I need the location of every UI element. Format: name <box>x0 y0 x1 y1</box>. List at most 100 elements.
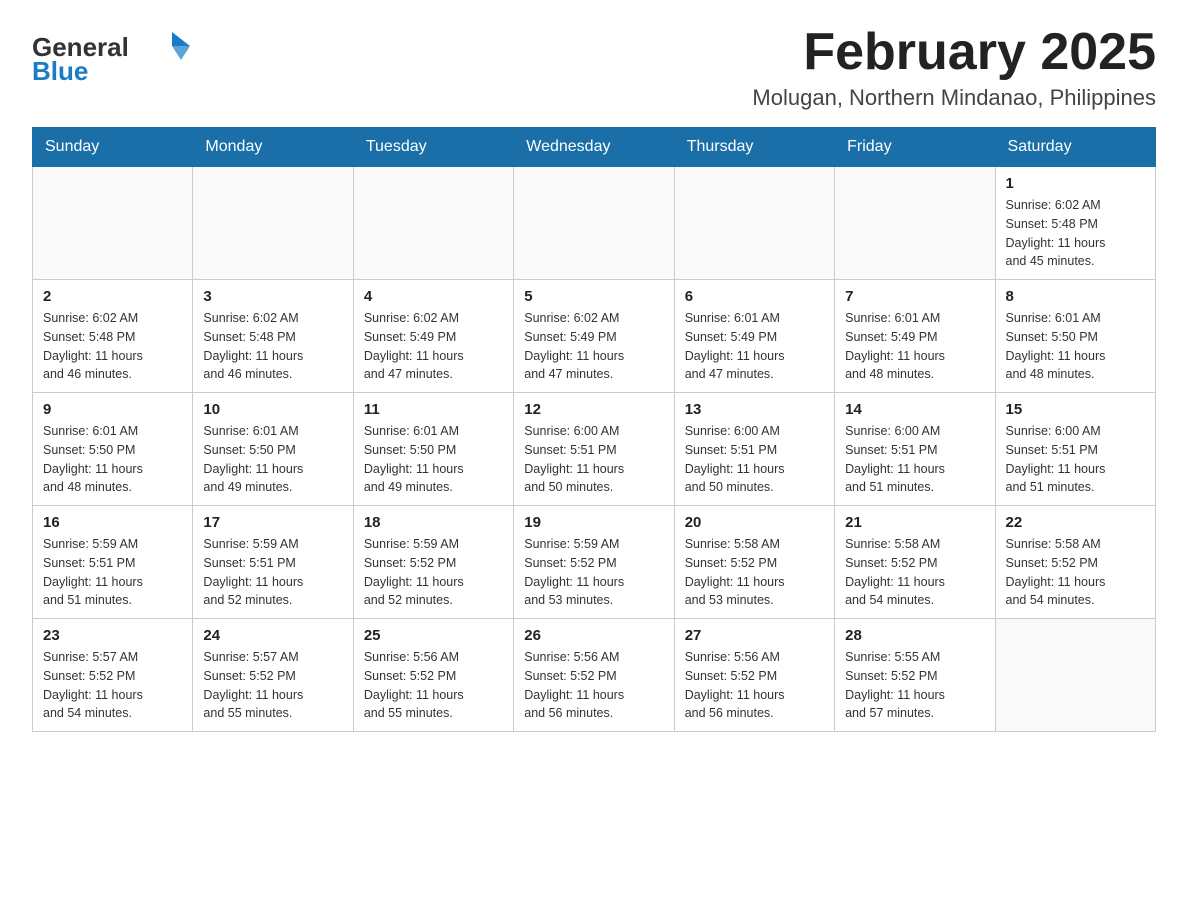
day-number: 6 <box>685 288 824 305</box>
calendar-cell-w2-d7: 8 Sunrise: 6:01 AM Sunset: 5:50 PM Daylig… <box>995 280 1155 393</box>
calendar-cell-w1-d4 <box>514 167 674 280</box>
header-thursday: Thursday <box>674 128 834 167</box>
day-info: Sunrise: 5:58 AM Sunset: 5:52 PM Dayligh… <box>685 535 824 610</box>
header-tuesday: Tuesday <box>353 128 513 167</box>
calendar-cell-w2-d5: 6 Sunrise: 6:01 AM Sunset: 5:49 PM Daylig… <box>674 280 834 393</box>
calendar-cell-w5-d2: 24 Sunrise: 5:57 AM Sunset: 5:52 PM Dayli… <box>193 619 353 732</box>
week-row-2: 2 Sunrise: 6:02 AM Sunset: 5:48 PM Daylig… <box>33 280 1156 393</box>
calendar-cell-w3-d1: 9Sunrise: 6:01 AM Sunset: 5:50 PM Daylig… <box>33 393 193 506</box>
calendar-cell-w2-d3: 4 Sunrise: 6:02 AM Sunset: 5:49 PM Daylig… <box>353 280 513 393</box>
header-saturday: Saturday <box>995 128 1155 167</box>
calendar-cell-w3-d7: 15 Sunrise: 6:00 AM Sunset: 5:51 PM Dayli… <box>995 393 1155 506</box>
day-info: Sunrise: 6:02 AM Sunset: 5:48 PM Dayligh… <box>1006 196 1145 271</box>
header-wednesday: Wednesday <box>514 128 674 167</box>
day-number: 23 <box>43 627 182 644</box>
calendar-cell-w4-d5: 20 Sunrise: 5:58 AM Sunset: 5:52 PM Dayli… <box>674 506 834 619</box>
calendar-cell-w2-d4: 5Sunrise: 6:02 AM Sunset: 5:49 PM Daylig… <box>514 280 674 393</box>
day-number: 7 <box>845 288 984 305</box>
day-info: Sunrise: 6:00 AM Sunset: 5:51 PM Dayligh… <box>685 422 824 497</box>
day-number: 28 <box>845 627 984 644</box>
day-number: 14 <box>845 401 984 418</box>
calendar-cell-w4-d4: 19 Sunrise: 5:59 AM Sunset: 5:52 PM Dayli… <box>514 506 674 619</box>
day-number: 12 <box>524 401 663 418</box>
page-header: General Blue February 2025 Molugan, Nort… <box>32 24 1156 111</box>
calendar-subtitle: Molugan, Northern Mindanao, Philippines <box>752 85 1156 111</box>
calendar-cell-w1-d2 <box>193 167 353 280</box>
day-info: Sunrise: 5:56 AM Sunset: 5:52 PM Dayligh… <box>524 648 663 723</box>
day-number: 15 <box>1006 401 1145 418</box>
day-info: Sunrise: 6:01 AM Sunset: 5:50 PM Dayligh… <box>203 422 342 497</box>
calendar-cell-w5-d3: 25Sunrise: 5:56 AM Sunset: 5:52 PM Dayli… <box>353 619 513 732</box>
calendar-cell-w4-d3: 18Sunrise: 5:59 AM Sunset: 5:52 PM Dayli… <box>353 506 513 619</box>
day-info: Sunrise: 6:01 AM Sunset: 5:50 PM Dayligh… <box>364 422 503 497</box>
day-info: Sunrise: 5:56 AM Sunset: 5:52 PM Dayligh… <box>364 648 503 723</box>
calendar-cell-w2-d2: 3 Sunrise: 6:02 AM Sunset: 5:48 PM Daylig… <box>193 280 353 393</box>
day-info: Sunrise: 5:56 AM Sunset: 5:52 PM Dayligh… <box>685 648 824 723</box>
day-info: Sunrise: 5:59 AM Sunset: 5:51 PM Dayligh… <box>43 535 182 610</box>
calendar-table: Sunday Monday Tuesday Wednesday Thursday… <box>32 127 1156 732</box>
day-number: 9 <box>43 401 182 418</box>
calendar-cell-w1-d7: 1 Sunrise: 6:02 AM Sunset: 5:48 PM Daylig… <box>995 167 1155 280</box>
day-number: 17 <box>203 514 342 531</box>
day-number: 1 <box>1006 175 1145 192</box>
day-info: Sunrise: 5:58 AM Sunset: 5:52 PM Dayligh… <box>1006 535 1145 610</box>
header-sunday: Sunday <box>33 128 193 167</box>
calendar-cell-w2-d1: 2 Sunrise: 6:02 AM Sunset: 5:48 PM Daylig… <box>33 280 193 393</box>
day-number: 10 <box>203 401 342 418</box>
calendar-cell-w2-d6: 7 Sunrise: 6:01 AM Sunset: 5:49 PM Daylig… <box>835 280 995 393</box>
calendar-cell-w3-d3: 11Sunrise: 6:01 AM Sunset: 5:50 PM Dayli… <box>353 393 513 506</box>
day-info: Sunrise: 5:57 AM Sunset: 5:52 PM Dayligh… <box>43 648 182 723</box>
logo: General Blue <box>32 24 202 89</box>
day-number: 2 <box>43 288 182 305</box>
calendar-cell-w1-d6 <box>835 167 995 280</box>
day-info: Sunrise: 5:59 AM Sunset: 5:52 PM Dayligh… <box>524 535 663 610</box>
day-info: Sunrise: 5:59 AM Sunset: 5:51 PM Dayligh… <box>203 535 342 610</box>
day-info: Sunrise: 5:57 AM Sunset: 5:52 PM Dayligh… <box>203 648 342 723</box>
logo-general: General Blue <box>32 24 202 89</box>
header-monday: Monday <box>193 128 353 167</box>
calendar-cell-w3-d2: 10 Sunrise: 6:01 AM Sunset: 5:50 PM Dayli… <box>193 393 353 506</box>
calendar-cell-w3-d4: 12 Sunrise: 6:00 AM Sunset: 5:51 PM Dayli… <box>514 393 674 506</box>
week-row-3: 9 Sunrise: 6:01 AM Sunset: 5:50 PM Daylig… <box>33 393 1156 506</box>
day-number: 19 <box>524 514 663 531</box>
calendar-cell-w3-d5: 13 Sunrise: 6:00 AM Sunset: 5:51 PM Dayli… <box>674 393 834 506</box>
calendar-cell-w1-d3 <box>353 167 513 280</box>
calendar-cell-w4-d2: 17 Sunrise: 5:59 AM Sunset: 5:51 PM Dayli… <box>193 506 353 619</box>
day-info: Sunrise: 6:02 AM Sunset: 5:49 PM Dayligh… <box>364 309 503 384</box>
day-info: Sunrise: 6:00 AM Sunset: 5:51 PM Dayligh… <box>845 422 984 497</box>
calendar-cell-w4-d6: 21Sunrise: 5:58 AM Sunset: 5:52 PM Dayli… <box>835 506 995 619</box>
day-info: Sunrise: 5:59 AM Sunset: 5:52 PM Dayligh… <box>364 535 503 610</box>
svg-text:Blue: Blue <box>32 56 88 84</box>
day-number: 8 <box>1006 288 1145 305</box>
calendar-cell-w3-d6: 14 Sunrise: 6:00 AM Sunset: 5:51 PM Dayli… <box>835 393 995 506</box>
day-number: 22 <box>1006 514 1145 531</box>
calendar-cell-w1-d5 <box>674 167 834 280</box>
calendar-cell-w4-d1: 16 Sunrise: 5:59 AM Sunset: 5:51 PM Dayli… <box>33 506 193 619</box>
day-info: Sunrise: 6:02 AM Sunset: 5:49 PM Dayligh… <box>524 309 663 384</box>
day-number: 16 <box>43 514 182 531</box>
day-info: Sunrise: 6:01 AM Sunset: 5:50 PM Dayligh… <box>1006 309 1145 384</box>
weekday-header-row: Sunday Monday Tuesday Wednesday Thursday… <box>33 128 1156 167</box>
day-number: 21 <box>845 514 984 531</box>
day-number: 20 <box>685 514 824 531</box>
day-number: 27 <box>685 627 824 644</box>
day-info: Sunrise: 6:00 AM Sunset: 5:51 PM Dayligh… <box>524 422 663 497</box>
week-row-1: 1 Sunrise: 6:02 AM Sunset: 5:48 PM Daylig… <box>33 167 1156 280</box>
calendar-cell-w5-d7 <box>995 619 1155 732</box>
day-info: Sunrise: 6:01 AM Sunset: 5:49 PM Dayligh… <box>685 309 824 384</box>
day-info: Sunrise: 6:02 AM Sunset: 5:48 PM Dayligh… <box>203 309 342 384</box>
calendar-cell-w5-d5: 27 Sunrise: 5:56 AM Sunset: 5:52 PM Dayli… <box>674 619 834 732</box>
day-number: 24 <box>203 627 342 644</box>
week-row-5: 23 Sunrise: 5:57 AM Sunset: 5:52 PM Dayli… <box>33 619 1156 732</box>
day-info: Sunrise: 6:01 AM Sunset: 5:49 PM Dayligh… <box>845 309 984 384</box>
header-friday: Friday <box>835 128 995 167</box>
day-number: 4 <box>364 288 503 305</box>
day-info: Sunrise: 6:00 AM Sunset: 5:51 PM Dayligh… <box>1006 422 1145 497</box>
day-number: 3 <box>203 288 342 305</box>
calendar-title: February 2025 <box>752 24 1156 81</box>
day-info: Sunrise: 5:55 AM Sunset: 5:52 PM Dayligh… <box>845 648 984 723</box>
title-block: February 2025 Molugan, Northern Mindanao… <box>752 24 1156 111</box>
day-number: 13 <box>685 401 824 418</box>
day-info: Sunrise: 6:02 AM Sunset: 5:48 PM Dayligh… <box>43 309 182 384</box>
calendar-cell-w5-d4: 26Sunrise: 5:56 AM Sunset: 5:52 PM Dayli… <box>514 619 674 732</box>
